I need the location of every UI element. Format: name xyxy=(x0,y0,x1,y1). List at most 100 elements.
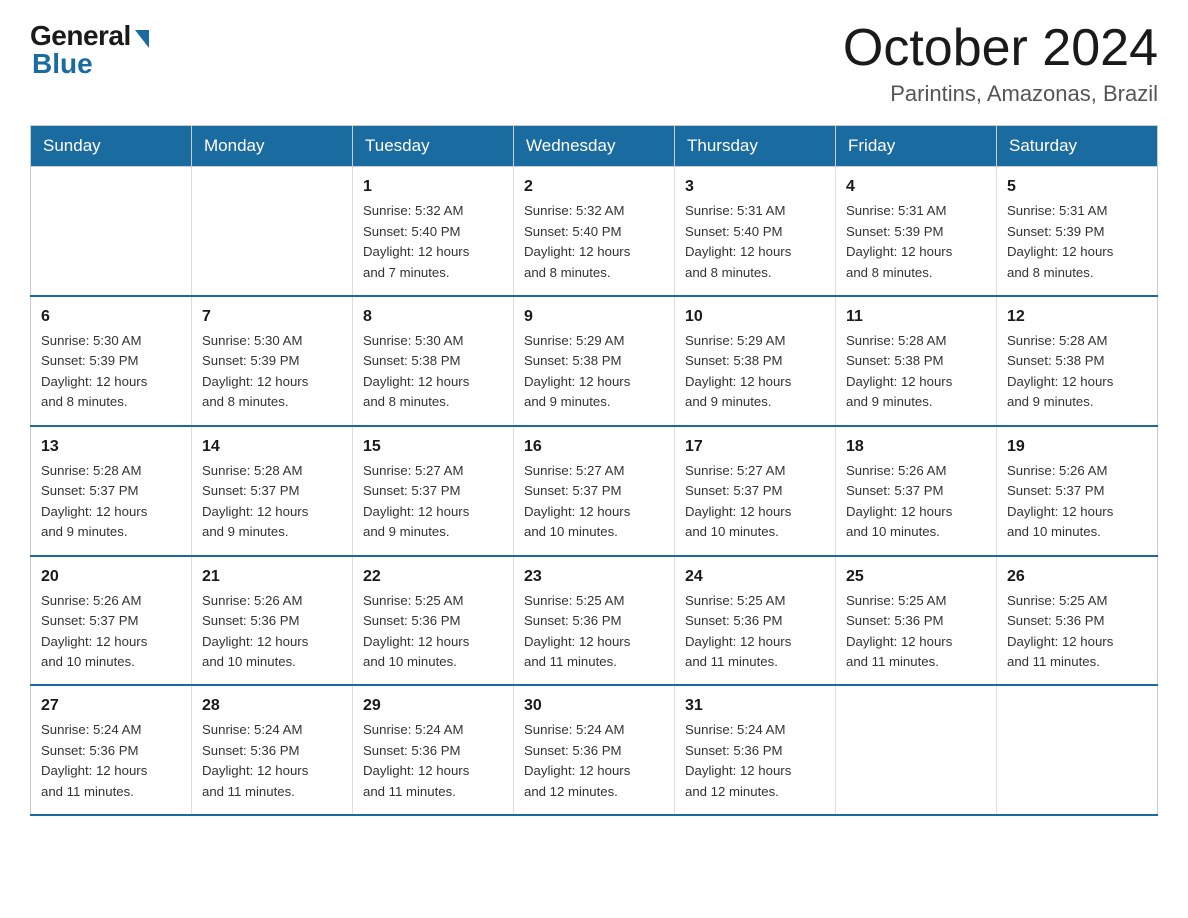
day-number: 22 xyxy=(363,565,503,589)
day-info: Sunrise: 5:27 AMSunset: 5:37 PMDaylight:… xyxy=(685,461,825,543)
day-number: 16 xyxy=(524,435,664,459)
calendar-cell: 25Sunrise: 5:25 AMSunset: 5:36 PMDayligh… xyxy=(836,556,997,686)
day-info: Sunrise: 5:28 AMSunset: 5:37 PMDaylight:… xyxy=(202,461,342,543)
day-number: 10 xyxy=(685,305,825,329)
day-info: Sunrise: 5:31 AMSunset: 5:39 PMDaylight:… xyxy=(846,201,986,283)
day-number: 14 xyxy=(202,435,342,459)
day-info: Sunrise: 5:32 AMSunset: 5:40 PMDaylight:… xyxy=(363,201,503,283)
day-info: Sunrise: 5:24 AMSunset: 5:36 PMDaylight:… xyxy=(202,720,342,802)
calendar-cell: 5Sunrise: 5:31 AMSunset: 5:39 PMDaylight… xyxy=(997,167,1158,296)
logo-arrow-icon xyxy=(135,30,149,48)
calendar-cell xyxy=(836,685,997,815)
day-number: 30 xyxy=(524,694,664,718)
day-info: Sunrise: 5:28 AMSunset: 5:37 PMDaylight:… xyxy=(41,461,181,543)
day-of-week-header: Wednesday xyxy=(514,126,675,167)
day-of-week-header: Thursday xyxy=(675,126,836,167)
day-info: Sunrise: 5:26 AMSunset: 5:37 PMDaylight:… xyxy=(1007,461,1147,543)
calendar-cell: 22Sunrise: 5:25 AMSunset: 5:36 PMDayligh… xyxy=(353,556,514,686)
calendar-header: SundayMondayTuesdayWednesdayThursdayFrid… xyxy=(31,126,1158,167)
day-info: Sunrise: 5:25 AMSunset: 5:36 PMDaylight:… xyxy=(1007,591,1147,673)
logo: General Blue xyxy=(30,20,149,80)
calendar-cell: 26Sunrise: 5:25 AMSunset: 5:36 PMDayligh… xyxy=(997,556,1158,686)
calendar-cell: 2Sunrise: 5:32 AMSunset: 5:40 PMDaylight… xyxy=(514,167,675,296)
day-number: 15 xyxy=(363,435,503,459)
day-number: 9 xyxy=(524,305,664,329)
day-info: Sunrise: 5:31 AMSunset: 5:40 PMDaylight:… xyxy=(685,201,825,283)
day-number: 13 xyxy=(41,435,181,459)
day-info: Sunrise: 5:29 AMSunset: 5:38 PMDaylight:… xyxy=(685,331,825,413)
day-number: 4 xyxy=(846,175,986,199)
day-info: Sunrise: 5:25 AMSunset: 5:36 PMDaylight:… xyxy=(846,591,986,673)
day-info: Sunrise: 5:32 AMSunset: 5:40 PMDaylight:… xyxy=(524,201,664,283)
day-of-week-header: Tuesday xyxy=(353,126,514,167)
calendar-cell: 3Sunrise: 5:31 AMSunset: 5:40 PMDaylight… xyxy=(675,167,836,296)
calendar-body: 1Sunrise: 5:32 AMSunset: 5:40 PMDaylight… xyxy=(31,167,1158,816)
day-number: 1 xyxy=(363,175,503,199)
day-number: 8 xyxy=(363,305,503,329)
day-number: 23 xyxy=(524,565,664,589)
day-info: Sunrise: 5:30 AMSunset: 5:38 PMDaylight:… xyxy=(363,331,503,413)
day-of-week-header: Saturday xyxy=(997,126,1158,167)
day-info: Sunrise: 5:28 AMSunset: 5:38 PMDaylight:… xyxy=(846,331,986,413)
calendar-cell: 30Sunrise: 5:24 AMSunset: 5:36 PMDayligh… xyxy=(514,685,675,815)
day-info: Sunrise: 5:25 AMSunset: 5:36 PMDaylight:… xyxy=(363,591,503,673)
day-number: 2 xyxy=(524,175,664,199)
calendar-cell: 23Sunrise: 5:25 AMSunset: 5:36 PMDayligh… xyxy=(514,556,675,686)
day-number: 28 xyxy=(202,694,342,718)
calendar-cell: 4Sunrise: 5:31 AMSunset: 5:39 PMDaylight… xyxy=(836,167,997,296)
day-number: 20 xyxy=(41,565,181,589)
calendar-cell: 14Sunrise: 5:28 AMSunset: 5:37 PMDayligh… xyxy=(192,426,353,556)
day-info: Sunrise: 5:27 AMSunset: 5:37 PMDaylight:… xyxy=(363,461,503,543)
calendar-cell: 19Sunrise: 5:26 AMSunset: 5:37 PMDayligh… xyxy=(997,426,1158,556)
day-info: Sunrise: 5:27 AMSunset: 5:37 PMDaylight:… xyxy=(524,461,664,543)
day-number: 26 xyxy=(1007,565,1147,589)
calendar-cell: 12Sunrise: 5:28 AMSunset: 5:38 PMDayligh… xyxy=(997,296,1158,426)
calendar-cell: 21Sunrise: 5:26 AMSunset: 5:36 PMDayligh… xyxy=(192,556,353,686)
day-info: Sunrise: 5:25 AMSunset: 5:36 PMDaylight:… xyxy=(685,591,825,673)
calendar-week-row: 6Sunrise: 5:30 AMSunset: 5:39 PMDaylight… xyxy=(31,296,1158,426)
calendar-cell: 10Sunrise: 5:29 AMSunset: 5:38 PMDayligh… xyxy=(675,296,836,426)
day-number: 18 xyxy=(846,435,986,459)
day-number: 19 xyxy=(1007,435,1147,459)
day-info: Sunrise: 5:25 AMSunset: 5:36 PMDaylight:… xyxy=(524,591,664,673)
day-of-week-header: Sunday xyxy=(31,126,192,167)
calendar-cell: 17Sunrise: 5:27 AMSunset: 5:37 PMDayligh… xyxy=(675,426,836,556)
day-number: 7 xyxy=(202,305,342,329)
calendar-cell: 31Sunrise: 5:24 AMSunset: 5:36 PMDayligh… xyxy=(675,685,836,815)
day-number: 3 xyxy=(685,175,825,199)
day-number: 24 xyxy=(685,565,825,589)
day-info: Sunrise: 5:28 AMSunset: 5:38 PMDaylight:… xyxy=(1007,331,1147,413)
calendar-cell: 29Sunrise: 5:24 AMSunset: 5:36 PMDayligh… xyxy=(353,685,514,815)
day-info: Sunrise: 5:30 AMSunset: 5:39 PMDaylight:… xyxy=(41,331,181,413)
day-number: 17 xyxy=(685,435,825,459)
calendar-cell: 7Sunrise: 5:30 AMSunset: 5:39 PMDaylight… xyxy=(192,296,353,426)
day-number: 27 xyxy=(41,694,181,718)
day-number: 11 xyxy=(846,305,986,329)
location-title: Parintins, Amazonas, Brazil xyxy=(843,81,1158,107)
calendar-cell: 11Sunrise: 5:28 AMSunset: 5:38 PMDayligh… xyxy=(836,296,997,426)
day-info: Sunrise: 5:26 AMSunset: 5:36 PMDaylight:… xyxy=(202,591,342,673)
day-info: Sunrise: 5:30 AMSunset: 5:39 PMDaylight:… xyxy=(202,331,342,413)
day-number: 31 xyxy=(685,694,825,718)
day-number: 25 xyxy=(846,565,986,589)
month-title: October 2024 xyxy=(843,20,1158,77)
calendar-cell: 9Sunrise: 5:29 AMSunset: 5:38 PMDaylight… xyxy=(514,296,675,426)
title-block: October 2024 Parintins, Amazonas, Brazil xyxy=(843,20,1158,107)
calendar-cell: 27Sunrise: 5:24 AMSunset: 5:36 PMDayligh… xyxy=(31,685,192,815)
day-info: Sunrise: 5:26 AMSunset: 5:37 PMDaylight:… xyxy=(41,591,181,673)
day-info: Sunrise: 5:29 AMSunset: 5:38 PMDaylight:… xyxy=(524,331,664,413)
calendar-cell: 20Sunrise: 5:26 AMSunset: 5:37 PMDayligh… xyxy=(31,556,192,686)
calendar-cell: 16Sunrise: 5:27 AMSunset: 5:37 PMDayligh… xyxy=(514,426,675,556)
logo-blue-text: Blue xyxy=(32,48,93,80)
day-info: Sunrise: 5:24 AMSunset: 5:36 PMDaylight:… xyxy=(363,720,503,802)
calendar-week-row: 13Sunrise: 5:28 AMSunset: 5:37 PMDayligh… xyxy=(31,426,1158,556)
days-of-week-row: SundayMondayTuesdayWednesdayThursdayFrid… xyxy=(31,126,1158,167)
calendar-week-row: 1Sunrise: 5:32 AMSunset: 5:40 PMDaylight… xyxy=(31,167,1158,296)
day-info: Sunrise: 5:24 AMSunset: 5:36 PMDaylight:… xyxy=(685,720,825,802)
calendar-table: SundayMondayTuesdayWednesdayThursdayFrid… xyxy=(30,125,1158,816)
day-of-week-header: Friday xyxy=(836,126,997,167)
calendar-week-row: 20Sunrise: 5:26 AMSunset: 5:37 PMDayligh… xyxy=(31,556,1158,686)
day-info: Sunrise: 5:26 AMSunset: 5:37 PMDaylight:… xyxy=(846,461,986,543)
page-header: General Blue October 2024 Parintins, Ama… xyxy=(30,20,1158,107)
calendar-cell xyxy=(997,685,1158,815)
